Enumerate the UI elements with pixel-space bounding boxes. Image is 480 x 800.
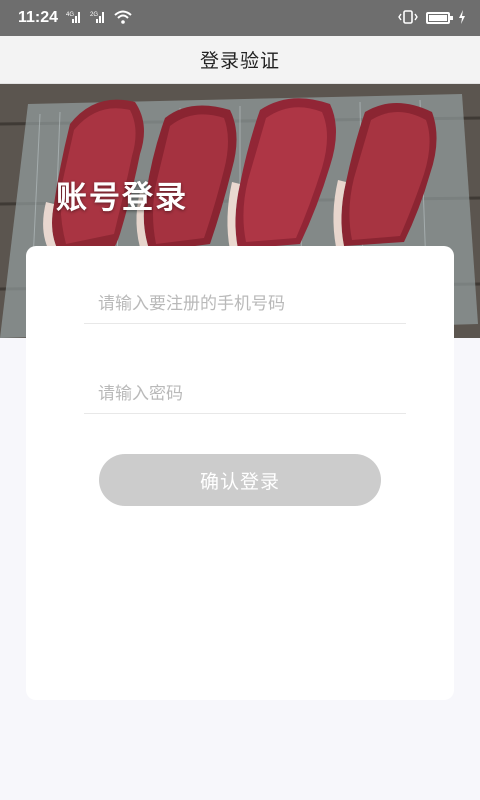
- network-label-4g: 4G: [66, 12, 74, 18]
- page-title: 登录验证: [199, 50, 280, 72]
- login-card: 确认登录: [26, 246, 454, 700]
- password-input[interactable]: [84, 383, 406, 404]
- battery-icon: [426, 12, 453, 24]
- status-bar: 11:24 4G 2G: [0, 0, 480, 36]
- vibrate-icon: [398, 9, 418, 28]
- status-right: [398, 9, 466, 28]
- signal-icon: 2G: [90, 9, 106, 28]
- phone-field: [84, 284, 406, 324]
- status-time: 11:24: [18, 9, 59, 26]
- phone-input[interactable]: [84, 293, 406, 314]
- charging-icon: [458, 9, 466, 28]
- password-field: [84, 374, 406, 414]
- network-label-2g: 2G: [90, 12, 98, 18]
- confirm-login-button[interactable]: 确认登录: [99, 454, 381, 506]
- wifi-icon: [114, 9, 132, 28]
- status-left: 11:24 4G 2G: [18, 9, 132, 28]
- signal-icon: 4G: [66, 9, 82, 28]
- nav-bar: 登录验证: [0, 36, 480, 84]
- banner-title: 账号登录: [56, 180, 188, 216]
